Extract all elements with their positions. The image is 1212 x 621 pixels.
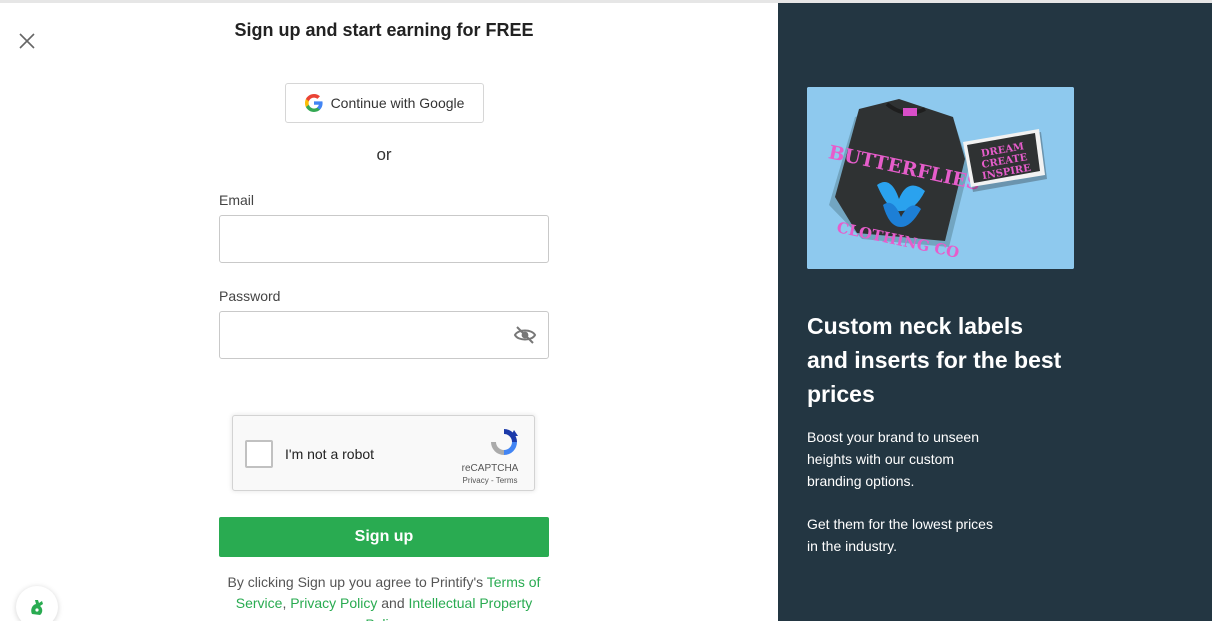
recaptcha-links[interactable]: Privacy - Terms [458,476,522,485]
legal-text: By clicking Sign up you agree to Printif… [219,572,549,621]
email-input[interactable] [220,216,548,262]
google-button-label: Continue with Google [330,95,465,111]
email-label: Email [219,192,255,208]
or-divider: or [376,145,392,164]
recaptcha-checkbox[interactable] [245,440,273,468]
chat-icon [31,600,43,615]
promo-title: Custom neck labels and inserts for the b… [807,313,1062,407]
page-title: Sign up and start earning for FREE [234,20,534,40]
privacy-policy-link[interactable]: Privacy Policy [290,595,377,611]
password-label: Password [219,288,281,304]
legal-prefix: By clicking Sign up you agree to Printif… [227,574,484,590]
legal-separator: , [282,595,287,611]
recaptcha-brand: reCAPTCHA [461,463,519,474]
email-field-wrapper [219,215,549,263]
eye-slash-icon [513,326,537,344]
password-field-wrapper [219,311,549,359]
promo-text-2: Get them for the lowest prices in the in… [807,516,993,554]
recaptcha-icon [491,429,518,455]
password-input[interactable] [220,312,548,358]
recaptcha-label: I'm not a robot [285,446,375,462]
promo-text-1: Boost your brand to unseen heights with … [807,429,980,489]
recaptcha-widget: I'm not a robot reCAPTCHA Privacy - Term… [232,415,535,491]
google-icon [304,94,323,112]
legal-and: and [381,595,405,611]
chat-widget-button[interactable] [16,586,58,621]
signup-panel: Sign up and start earning for FREE Conti… [0,3,778,621]
promo-image: BUTTERFLIES CLOTHING CO DREAM CREATE INS… [807,87,1074,269]
sign-up-button[interactable]: Sign up [219,517,549,557]
continue-with-google-button[interactable]: Continue with Google [285,83,484,123]
promo-panel: BUTTERFLIES CLOTHING CO DREAM CREATE INS… [778,3,1212,621]
tshirt-mockup-image: BUTTERFLIES CLOTHING CO DREAM CREATE INS… [807,87,1074,269]
toggle-password-visibility-button[interactable] [513,324,537,346]
